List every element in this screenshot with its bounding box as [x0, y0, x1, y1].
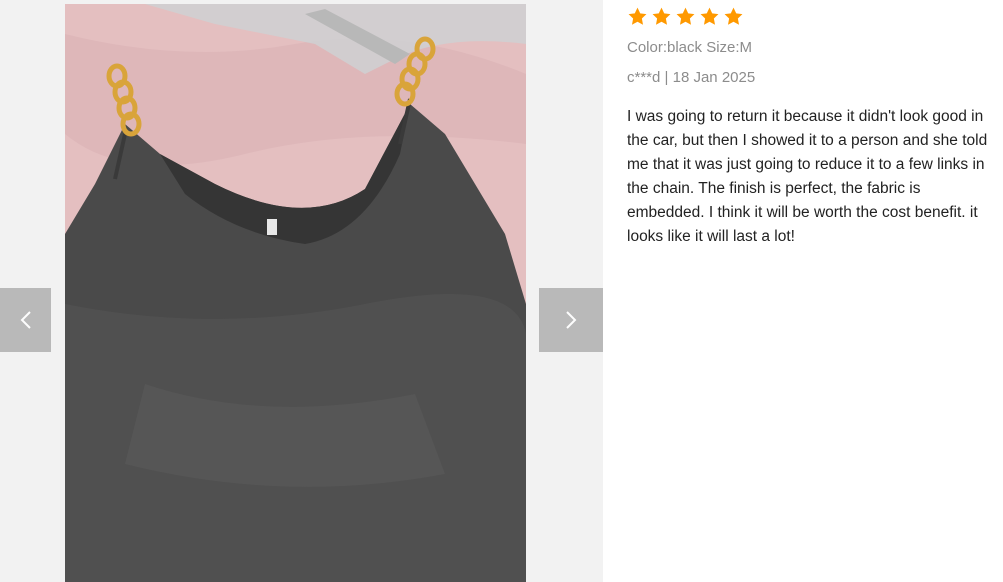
star-rating: [627, 4, 995, 28]
review-variant: Color:black Size:M: [627, 39, 753, 56]
review-image-gallery: [0, 0, 603, 582]
chevron-right-icon: [566, 311, 577, 329]
star-icon: [675, 6, 696, 27]
review-text: I was going to return it because it didn…: [627, 108, 988, 245]
star-icon: [651, 6, 672, 27]
separator: |: [664, 69, 669, 86]
star-icon: [627, 6, 648, 27]
star-icon: [699, 6, 720, 27]
review-photo[interactable]: [65, 4, 526, 582]
star-icon: [723, 6, 744, 27]
review-author-date: c***d | 18 Jan 2025: [627, 68, 995, 88]
chevron-left-icon: [20, 311, 31, 329]
next-image-button[interactable]: [539, 288, 603, 352]
review-author: c***d: [627, 69, 661, 86]
review-panel: Color:black Size:M c***d | 18 Jan 2025 I…: [627, 4, 995, 249]
previous-image-button[interactable]: [0, 288, 51, 352]
review-date: 18 Jan 2025: [672, 69, 756, 86]
